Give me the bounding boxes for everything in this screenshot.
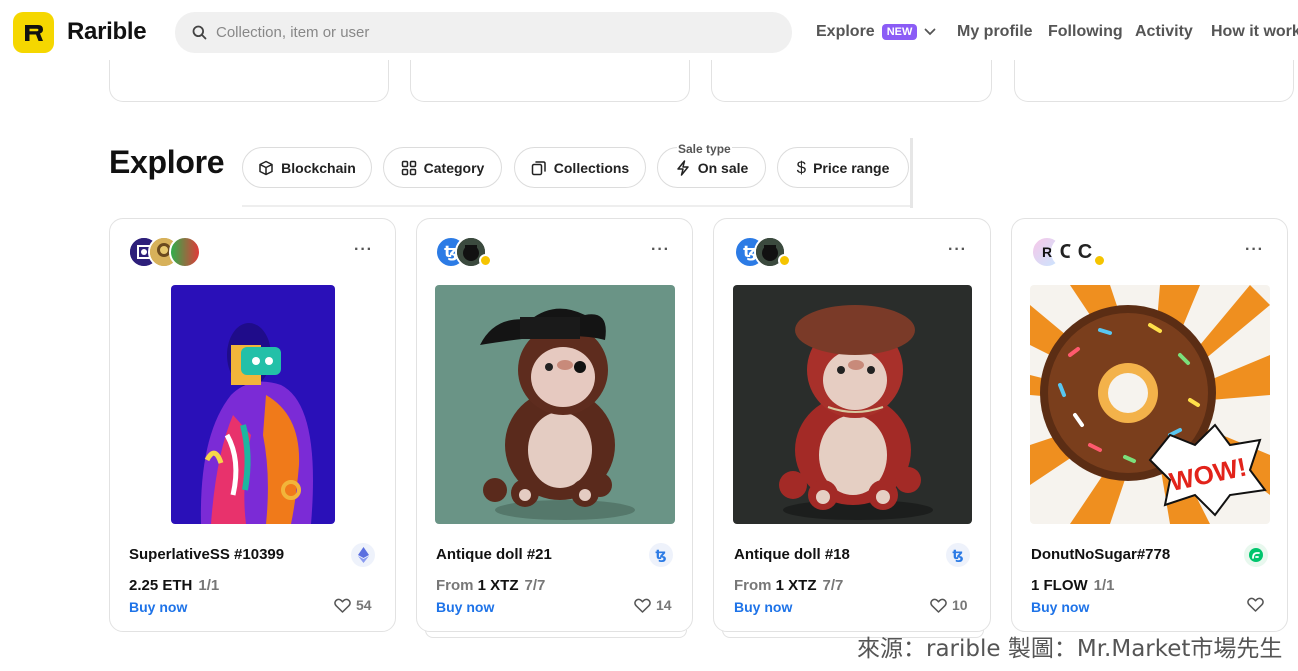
nav-my-profile[interactable]: My profile bbox=[957, 23, 1033, 41]
logo-text[interactable]: Rarible bbox=[67, 18, 147, 46]
heart-icon bbox=[334, 598, 351, 613]
filter-sale-type-label: On sale bbox=[697, 159, 749, 176]
nav-explore-label: Explore bbox=[816, 23, 875, 40]
like-button[interactable]: 14 bbox=[634, 597, 672, 613]
nft-title[interactable]: Antique doll #21 bbox=[436, 546, 552, 563]
filters-scroll-track bbox=[242, 205, 912, 207]
heart-icon bbox=[1247, 597, 1264, 612]
edition-count: 7/7 bbox=[822, 577, 844, 594]
collection-avatar[interactable] bbox=[169, 236, 201, 268]
nft-title[interactable]: Antique doll #18 bbox=[734, 546, 850, 563]
search-icon bbox=[192, 25, 207, 40]
price-value: 2.25 ETH bbox=[129, 577, 193, 594]
card-avatars bbox=[128, 236, 208, 268]
dollar-icon: $ bbox=[796, 157, 807, 177]
heart-icon bbox=[930, 598, 947, 613]
sale-type-caption: Sale type bbox=[677, 142, 732, 156]
nft-image[interactable] bbox=[435, 285, 675, 524]
filter-collections[interactable]: Collections bbox=[514, 147, 646, 188]
price-prefix: From bbox=[436, 577, 474, 594]
card-avatars: R C C bbox=[1031, 236, 1111, 268]
source-watermark: 來源：rarible 製圖：Mr.Market市場先生 bbox=[857, 636, 1283, 662]
nav-following[interactable]: Following bbox=[1048, 23, 1123, 41]
collections-icon bbox=[531, 160, 546, 175]
like-button[interactable]: 54 bbox=[334, 597, 372, 613]
top-header: Rarible Explore NEW My profile Following… bbox=[0, 0, 1298, 66]
search-input[interactable] bbox=[216, 12, 776, 53]
buy-now-link[interactable]: Buy now bbox=[734, 599, 792, 615]
search-bar[interactable] bbox=[175, 12, 792, 53]
nft-price: From 1 XTZ 7/7 bbox=[734, 577, 843, 594]
filters-divider bbox=[910, 138, 913, 208]
cube-icon bbox=[259, 160, 273, 175]
nft-image[interactable] bbox=[171, 285, 335, 524]
heart-icon bbox=[634, 598, 651, 613]
tezos-icon: ꜩ bbox=[946, 543, 970, 567]
nft-title[interactable]: DonutNoSugar#778 bbox=[1031, 546, 1170, 563]
like-count: 54 bbox=[356, 597, 372, 613]
ethereum-icon bbox=[351, 543, 375, 567]
more-options-icon[interactable]: ··· bbox=[651, 241, 670, 259]
nav-explore[interactable]: Explore NEW bbox=[816, 23, 936, 41]
nav-how-it-works[interactable]: How it work bbox=[1211, 23, 1298, 41]
buy-now-link[interactable]: Buy now bbox=[436, 599, 494, 615]
card-avatars: ꜩ bbox=[734, 236, 794, 268]
flow-icon bbox=[1244, 543, 1268, 567]
filter-category-label: Category bbox=[423, 159, 485, 176]
price-prefix: From bbox=[734, 577, 772, 594]
price-value: 1 XTZ bbox=[775, 577, 817, 594]
nft-card[interactable]: R C C ··· WOW! DonutNoSugar#778 1 FLOW 1… bbox=[1011, 218, 1288, 632]
like-count: 10 bbox=[952, 597, 968, 613]
buy-now-link[interactable]: Buy now bbox=[129, 599, 187, 615]
edition-count: 1/1 bbox=[198, 577, 220, 594]
nav-activity[interactable]: Activity bbox=[1135, 23, 1193, 41]
previous-card bbox=[410, 60, 690, 102]
nft-price: 1 FLOW 1/1 bbox=[1031, 577, 1115, 594]
like-button[interactable]: 10 bbox=[930, 597, 968, 613]
grid-icon bbox=[401, 160, 416, 175]
edition-count: 1/1 bbox=[1093, 577, 1115, 594]
filter-category[interactable]: Category bbox=[383, 147, 502, 188]
verified-badge-icon bbox=[479, 254, 492, 267]
like-button[interactable] bbox=[1247, 597, 1269, 612]
previous-card bbox=[1014, 60, 1294, 102]
more-options-icon[interactable]: ··· bbox=[1245, 241, 1264, 259]
rarible-logo-icon bbox=[24, 24, 43, 41]
nft-title[interactable]: SuperlativeSS #10399 bbox=[129, 546, 284, 563]
price-value: 1 FLOW bbox=[1031, 577, 1088, 594]
previous-card bbox=[711, 60, 992, 102]
rarible-logo[interactable] bbox=[13, 12, 54, 53]
nft-card[interactable]: ꜩ ··· Antique doll #21 ꜩ From 1 XTZ 7/7 B… bbox=[416, 218, 693, 632]
card-avatars: ꜩ bbox=[435, 236, 495, 268]
nft-price: 2.25 ETH 1/1 bbox=[129, 577, 219, 594]
more-options-icon[interactable]: ··· bbox=[948, 241, 967, 259]
tezos-icon: ꜩ bbox=[649, 543, 673, 567]
nft-card[interactable]: ꜩ ··· Antique doll #18 ꜩ From 1 XTZ 7/7 B… bbox=[713, 218, 991, 632]
verified-badge-icon bbox=[778, 254, 791, 267]
lightning-icon bbox=[676, 159, 689, 176]
price-value: 1 XTZ bbox=[477, 577, 519, 594]
previous-card bbox=[109, 60, 389, 102]
nft-image[interactable] bbox=[733, 285, 972, 524]
edition-count: 7/7 bbox=[524, 577, 546, 594]
new-badge: NEW bbox=[881, 24, 918, 40]
filter-price-range[interactable]: $ Price range bbox=[777, 147, 909, 188]
filter-blockchain-label: Blockchain bbox=[281, 159, 356, 176]
nft-card[interactable]: ··· SuperlativeSS #10399 2.25 ETH 1/1 Buy… bbox=[109, 218, 396, 632]
filter-price-range-label: Price range bbox=[813, 159, 890, 176]
buy-now-link[interactable]: Buy now bbox=[1031, 599, 1089, 615]
like-count: 14 bbox=[656, 597, 672, 613]
filter-blockchain[interactable]: Blockchain bbox=[242, 147, 372, 188]
verified-badge-icon bbox=[1093, 254, 1106, 267]
chevron-down-icon bbox=[924, 28, 936, 36]
nft-image[interactable]: WOW! bbox=[1030, 285, 1270, 524]
explore-heading: Explore bbox=[109, 144, 225, 180]
nft-price: From 1 XTZ 7/7 bbox=[436, 577, 545, 594]
filter-collections-label: Collections bbox=[553, 159, 630, 176]
more-options-icon[interactable]: ··· bbox=[354, 241, 373, 259]
